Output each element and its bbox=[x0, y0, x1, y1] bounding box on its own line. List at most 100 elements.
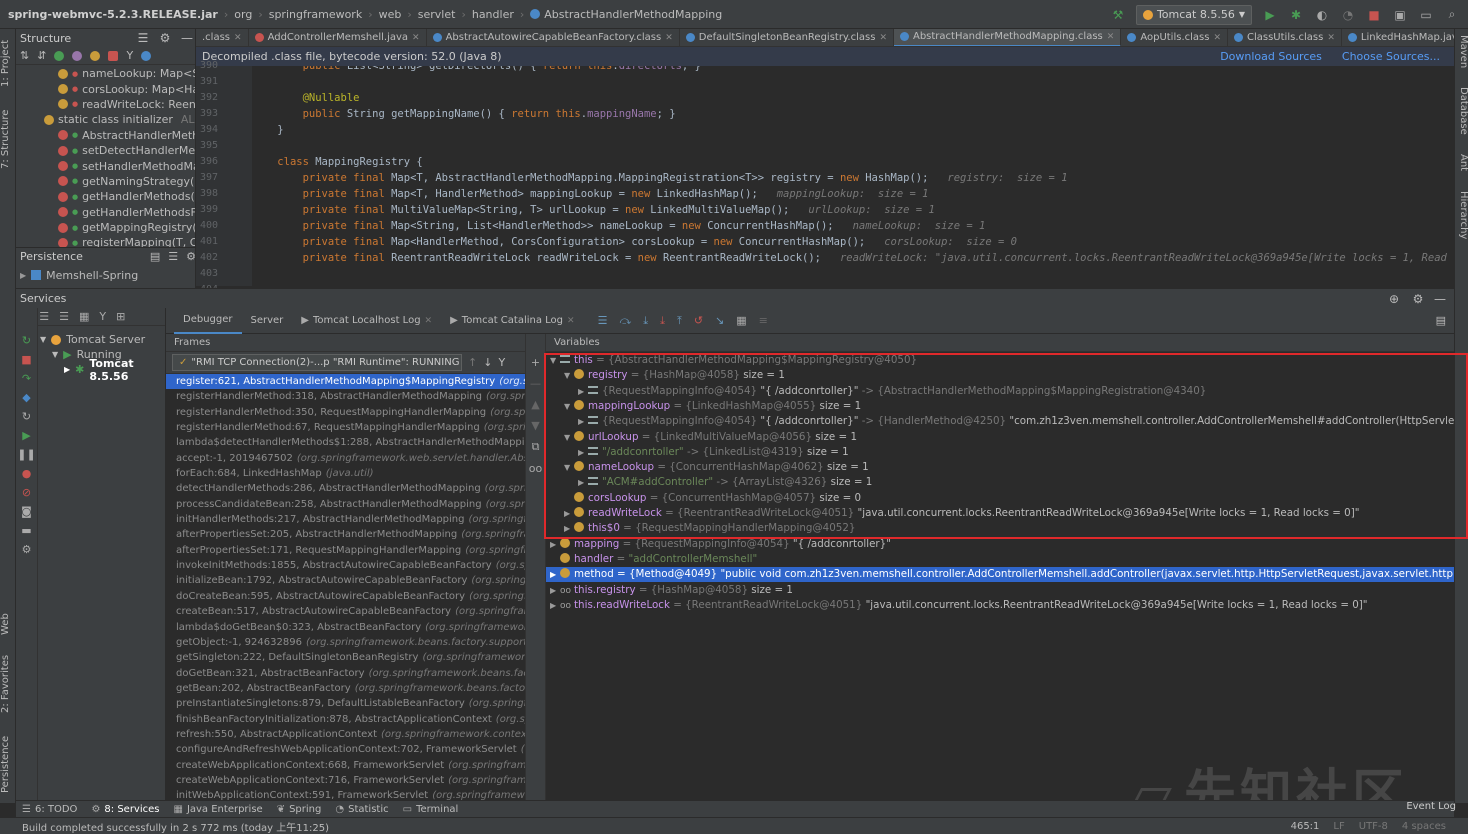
layout-icon[interactable]: ▭ bbox=[1418, 7, 1434, 23]
variable-row[interactable]: ▼ urlLookup = {LinkedMultiValueMap@4056} … bbox=[546, 430, 1454, 445]
variable-row[interactable]: ▶ oo this.readWriteLock = {ReentrantReadWr… bbox=[546, 598, 1454, 613]
structure-item[interactable]: static class initializer ALLOW bbox=[16, 112, 195, 127]
tool-tab-web[interactable]: Web bbox=[0, 604, 16, 644]
trace-icon[interactable]: ≡ bbox=[759, 314, 768, 327]
search-icon[interactable]: ⌕ bbox=[1444, 7, 1460, 23]
stack-frame[interactable]: register:621, AbstractHandlerMethodMappi… bbox=[166, 374, 525, 390]
tool-tab-hierarchy[interactable]: Hierarchy bbox=[1455, 191, 1468, 246]
variable-row[interactable]: ▶ readWriteLock = {ReentrantReadWriteLock… bbox=[546, 506, 1454, 521]
step-out-icon[interactable]: ⤒ bbox=[677, 314, 682, 328]
chevron-right-icon[interactable]: ▶ bbox=[578, 384, 588, 399]
sort-alpha-icon[interactable]: ⇅ bbox=[20, 49, 29, 62]
resume-icon[interactable]: ◆ bbox=[22, 391, 30, 404]
download-sources-link[interactable]: Download Sources bbox=[1220, 50, 1322, 63]
close-icon[interactable]: ✕ bbox=[1213, 33, 1221, 43]
persistence-item[interactable]: ▶ Memshell-Spring bbox=[16, 267, 138, 283]
close-icon[interactable]: ✕ bbox=[234, 33, 242, 43]
stack-frame[interactable]: forEach:684, LinkedHashMap (java.util) bbox=[166, 466, 525, 481]
project-structure-icon[interactable]: ▣ bbox=[1392, 7, 1408, 23]
file-encoding[interactable]: UTF-8 bbox=[1359, 821, 1388, 832]
tool-tab-project[interactable]: 1: Project bbox=[0, 33, 16, 93]
hammer-build-icon[interactable]: ⚒ bbox=[1110, 7, 1126, 23]
chevron-right-icon[interactable]: ▶ bbox=[550, 537, 560, 552]
debugger-tab[interactable]: Server bbox=[242, 308, 293, 334]
stack-frame[interactable]: createWebApplicationContext:668, Framewo… bbox=[166, 758, 525, 773]
structure-item[interactable]: ●getHandlerMethodsForMa bbox=[16, 205, 195, 220]
run-to-cursor-icon[interactable]: ↘ bbox=[715, 314, 724, 327]
globe-icon[interactable]: ⊕ bbox=[1386, 291, 1402, 307]
chevron-right-icon[interactable]: ▶ bbox=[550, 598, 560, 613]
stack-frame[interactable]: preInstantiateSingletons:879, DefaultLis… bbox=[166, 696, 525, 711]
drop-frame-icon[interactable]: ↺ bbox=[694, 314, 703, 327]
variable-row[interactable]: ▶ method = {Method@4049} "public void com… bbox=[546, 567, 1454, 583]
collapse-all-icon[interactable]: ☰ bbox=[59, 310, 69, 323]
chevron-down-icon[interactable]: ▼ bbox=[564, 399, 574, 414]
filter-icon[interactable]: Y bbox=[126, 49, 133, 62]
evaluate-icon[interactable]: ▦ bbox=[736, 314, 746, 327]
breadcrumb-item[interactable]: AbstractHandlerMethodMapping bbox=[544, 8, 722, 21]
group-icon[interactable]: ▦ bbox=[79, 310, 89, 323]
hide-panel-icon[interactable]: — bbox=[179, 30, 195, 46]
debug-icon[interactable]: ✱ bbox=[1288, 7, 1304, 23]
stack-frame[interactable]: refresh:550, AbstractApplicationContext (… bbox=[166, 727, 525, 742]
bottom-tab[interactable]: ▭ Terminal bbox=[403, 804, 459, 815]
close-icon[interactable]: ✕ bbox=[567, 316, 575, 326]
camera-icon[interactable]: ◙ bbox=[21, 505, 32, 518]
rerun-icon[interactable]: ↻ bbox=[22, 334, 31, 347]
stack-frame[interactable]: lambda$detectHandlerMethods$1:288, Abstr… bbox=[166, 435, 525, 450]
tool-tab-favorites[interactable]: 2: Favorites bbox=[0, 649, 16, 719]
show-inherited-icon[interactable] bbox=[54, 50, 65, 61]
stack-frame[interactable]: getSingleton:222, DefaultSingletonBeanRe… bbox=[166, 650, 525, 665]
close-icon[interactable]: ✕ bbox=[1107, 32, 1115, 42]
editor-tab[interactable]: AopUtils.class ✕ bbox=[1121, 29, 1228, 46]
collapse-all-icon[interactable]: ☰ bbox=[135, 30, 151, 46]
variable-row[interactable]: ▼ this = {AbstractHandlerMethodMapping$Ma… bbox=[546, 353, 1454, 368]
stack-frame[interactable]: createBean:517, AbstractAutowireCapableB… bbox=[166, 604, 525, 619]
chevron-right-icon[interactable]: ▶ bbox=[550, 583, 560, 598]
variable-row[interactable]: ▼ nameLookup = {ConcurrentHashMap@4062} s… bbox=[546, 460, 1454, 475]
show-watches-icon[interactable]: oo bbox=[529, 462, 542, 475]
editor-tab[interactable]: LinkedHashMap.java✕ bbox=[1342, 29, 1454, 46]
structure-item[interactable]: ●readWriteLock: Reentra bbox=[16, 97, 195, 112]
choose-sources-link[interactable]: Choose Sources... bbox=[1342, 50, 1440, 63]
stack-frame[interactable]: configureAndRefreshWebApplicationContext… bbox=[166, 742, 525, 757]
structure-item[interactable]: ●getMappingRegistry(): Ma bbox=[16, 220, 195, 235]
tool-tab-structure[interactable]: 7: Structure bbox=[0, 99, 16, 179]
tool-tab-maven[interactable]: Maven bbox=[1455, 35, 1468, 75]
breadcrumb-item[interactable]: org bbox=[234, 8, 252, 21]
variable-row[interactable]: ▶ this$0 = {RequestMappingHandlerMapping@… bbox=[546, 521, 1454, 536]
stack-frame[interactable]: doCreateBean:595, AbstractAutowireCapabl… bbox=[166, 589, 525, 604]
structure-item[interactable]: ●getNamingStrategy(): Han bbox=[16, 174, 195, 189]
breadcrumb-item[interactable]: handler bbox=[472, 8, 514, 21]
variable-row[interactable]: ▶ "ACM#addController" -> {ArrayList@4326}… bbox=[546, 475, 1454, 490]
persistence-console-icon[interactable]: ▤ bbox=[150, 250, 160, 263]
stack-frame[interactable]: getBean:202, AbstractBeanFactory (org.spr… bbox=[166, 681, 525, 696]
stack-frame[interactable]: accept:-1, 2019467502 (org.springframewor… bbox=[166, 451, 525, 466]
show-execution-point-icon[interactable]: ☰ bbox=[598, 314, 608, 327]
debugger-tab[interactable]: Debugger bbox=[174, 308, 242, 334]
run-config-selector[interactable]: Tomcat 8.5.56 ▼ bbox=[1135, 4, 1252, 25]
breadcrumb-item[interactable]: servlet bbox=[418, 8, 456, 21]
editor-tab[interactable]: ClassUtils.class ✕ bbox=[1228, 29, 1342, 46]
bottom-tab[interactable]: ❦ Spring bbox=[277, 804, 322, 815]
variable-row[interactable]: ▶ {RequestMappingInfo@4054} "{ /addconrto… bbox=[546, 384, 1454, 399]
stack-frame[interactable]: registerHandlerMethod:67, RequestMapping… bbox=[166, 420, 525, 435]
stack-frame[interactable]: getObject:-1, 924632896 (org.springframew… bbox=[166, 635, 525, 650]
filter-icon[interactable]: Y bbox=[498, 356, 505, 369]
structure-item[interactable]: ●setDetectHandlerMethods bbox=[16, 143, 195, 158]
indent-setting[interactable]: 4 spaces bbox=[1402, 821, 1446, 832]
step-into-icon[interactable]: ⤓ bbox=[643, 314, 648, 328]
close-icon[interactable]: ✕ bbox=[412, 33, 420, 43]
move-up-icon[interactable]: ▲ bbox=[531, 398, 539, 411]
stack-frame[interactable]: afterPropertiesSet:205, AbstractHandlerM… bbox=[166, 527, 525, 542]
stack-frame[interactable]: initHandlerMethods:217, AbstractHandlerM… bbox=[166, 512, 525, 527]
view-breakpoints-icon[interactable]: ● bbox=[22, 467, 32, 480]
mute-breakpoints-icon[interactable]: ⊘ bbox=[22, 486, 31, 499]
pause-icon[interactable]: ❚❚ bbox=[17, 448, 35, 461]
structure-item[interactable]: ●AbstractHandlerMethodMa bbox=[16, 128, 195, 143]
stack-frame[interactable]: initializeBean:1792, AbstractAutowireCap… bbox=[166, 573, 525, 588]
debugger-tab[interactable]: ▶ Tomcat Catalina Log ✕ bbox=[441, 308, 583, 334]
variable-row[interactable]: ▼ mappingLookup = {LinkedHashMap@4055} si… bbox=[546, 399, 1454, 414]
chevron-down-icon[interactable]: ▼ bbox=[550, 353, 560, 368]
new-watch-icon[interactable]: + bbox=[531, 356, 540, 369]
